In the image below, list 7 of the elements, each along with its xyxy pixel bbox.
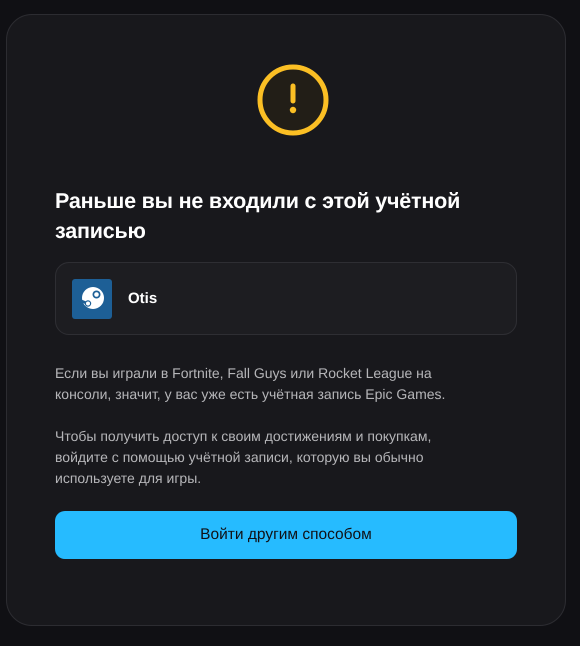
warning-icon (257, 64, 329, 136)
dialog-title: Раньше вы не входили с этой учётной записью (55, 188, 462, 245)
info-text: Если вы играли в Fortnite, Fall Guys или Rocket League на консоли, значит, у вас уже есть учётная запись Epic Games. (55, 364, 446, 404)
sign-in-other-way-button[interactable]: Войти другим способом (55, 511, 517, 559)
info-text: Чтобы получить доступ к своим достижениям и покупкам, войдите с помощью учётной записи, которую вы обычно используете для игры. (55, 427, 432, 488)
account-name: Otis (128, 290, 158, 307)
steam-icon (72, 278, 112, 318)
